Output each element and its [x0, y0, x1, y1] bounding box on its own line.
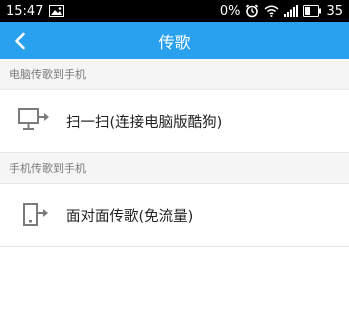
status-time: 15:47 — [6, 3, 44, 19]
scan-connect-pc-item[interactable]: 扫一扫(连接电脑版酷狗) — [0, 90, 349, 153]
phone-transfer-icon — [18, 201, 54, 229]
back-button[interactable] — [0, 22, 40, 59]
scan-connect-pc-label: 扫一扫(连接电脑版酷狗) — [66, 114, 223, 131]
section-header-pc-to-phone: 电脑传歌到手机 — [0, 59, 349, 90]
signal-icon — [284, 5, 299, 17]
wifi-icon — [264, 5, 279, 17]
status-bar-left: 15:47 — [6, 3, 65, 19]
nav-bar: 传歌 — [0, 22, 349, 59]
chevron-left-icon — [15, 32, 25, 49]
image-notification-icon — [49, 5, 65, 17]
page-title: 传歌 — [158, 32, 191, 52]
face-to-face-transfer-item[interactable]: 面对面传歌(免流量) — [0, 184, 349, 247]
computer-transfer-icon — [18, 107, 54, 135]
battery-level-text: 35 — [326, 3, 343, 19]
alarm-icon — [245, 4, 259, 18]
battery-icon — [303, 5, 322, 17]
battery-percent-text: 0% — [219, 3, 241, 19]
status-bar-right: 0% 35 — [220, 4, 343, 19]
status-bar: 15:47 0% 35 — [0, 0, 349, 22]
section-header-label: 手机传歌到手机 — [9, 162, 86, 175]
section-header-label: 电脑传歌到手机 — [9, 68, 86, 81]
section-header-phone-to-phone: 手机传歌到手机 — [0, 153, 349, 184]
face-to-face-transfer-label: 面对面传歌(免流量) — [66, 208, 194, 225]
